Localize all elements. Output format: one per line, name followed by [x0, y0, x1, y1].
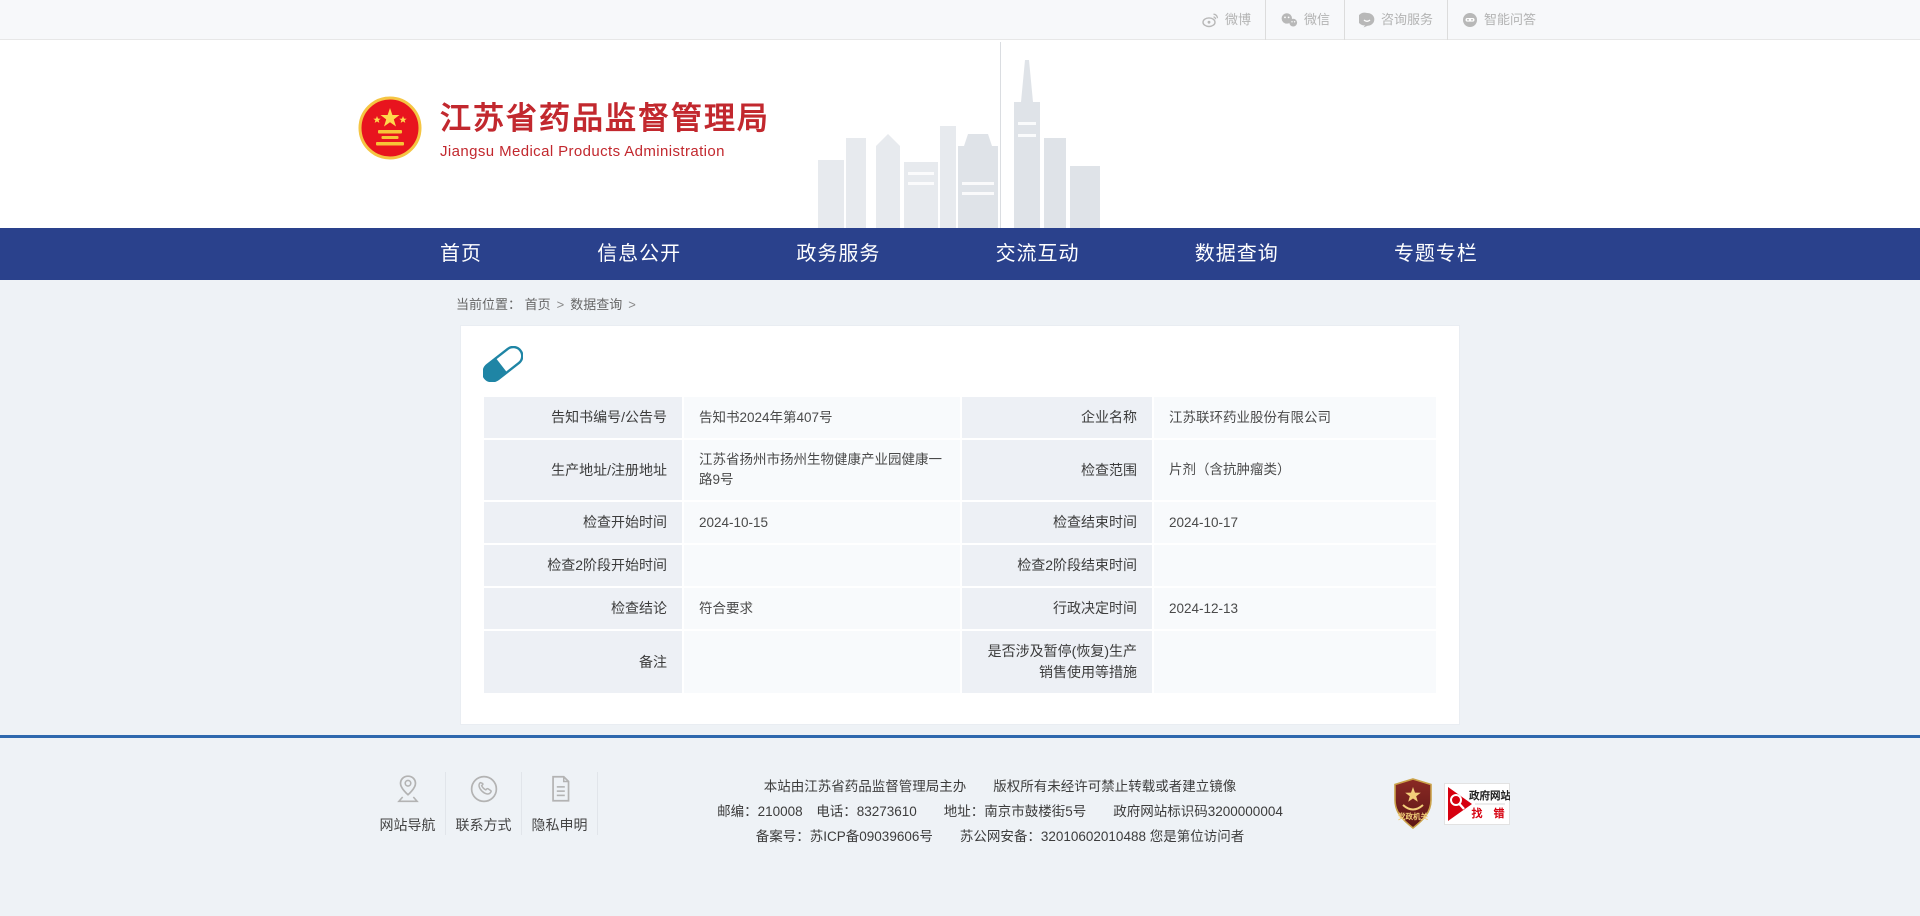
footer-line: 备案号：苏ICP备09039606号 苏公网安备：32010602010488 …	[638, 824, 1362, 849]
topbar-link-label: 微博	[1225, 0, 1251, 40]
top-utility-bar: 微博 微信 咨询服务 智能问答	[0, 0, 1920, 40]
qa-robot-icon	[1462, 12, 1478, 28]
national-emblem-icon	[358, 96, 422, 165]
site-footer: 网站导航联系方式隐私申明 本站由江苏省药品监督管理局主办 版权所有未经许可禁止转…	[0, 735, 1920, 877]
consult-icon	[1359, 12, 1375, 28]
topbar-link-wechat[interactable]: 微信	[1265, 0, 1344, 40]
nav-item-1[interactable]: 信息公开	[597, 228, 681, 280]
detail-label: 行政决定时间	[961, 587, 1153, 630]
detail-row: 备注 是否涉及暂停(恢复)生产销售使用等措施	[483, 630, 1437, 694]
detail-value: 江苏省扬州市扬州生物健康产业园健康一路9号	[683, 439, 961, 501]
footer-info-text: 本站由江苏省药品监督管理局主办 版权所有未经许可禁止转载或者建立镜像邮编：210…	[598, 772, 1392, 849]
topbar-link-label: 微信	[1304, 0, 1330, 40]
map-pin-icon	[376, 772, 439, 806]
quick-link-label: 联系方式	[452, 815, 515, 835]
detail-row: 生产地址/注册地址江苏省扬州市扬州生物健康产业园健康一路9号检查范围片剂（含抗肿…	[483, 439, 1437, 501]
nav-item-5[interactable]: 专题专栏	[1394, 228, 1478, 280]
detail-label: 检查2阶段结束时间	[961, 544, 1153, 587]
detail-label: 备注	[483, 630, 683, 694]
topbar-link-weibo[interactable]: 微博	[1188, 0, 1265, 40]
site-title: 江苏省药品监督管理局	[440, 101, 770, 137]
wechat-icon	[1280, 12, 1298, 28]
topbar-link-consult[interactable]: 咨询服务	[1344, 0, 1447, 40]
site-header: 江苏省药品监督管理局 Jiangsu Medical Products Admi…	[0, 40, 1920, 228]
privacy-doc-icon	[528, 772, 591, 806]
pill-icon	[483, 346, 1437, 382]
gov-site-error-report-badge[interactable]: 政府网站 找 错	[1444, 783, 1510, 830]
detail-label: 检查结束时间	[961, 501, 1153, 544]
footer-line: 邮编：210008 电话：83273610 地址：南京市鼓楼街5号 政府网站标识…	[638, 799, 1362, 824]
detail-label: 生产地址/注册地址	[483, 439, 683, 501]
detail-label: 检查开始时间	[483, 501, 683, 544]
breadcrumb-separator: >	[557, 297, 565, 312]
footer-line: 本站由江苏省药品监督管理局主办 版权所有未经许可禁止转载或者建立镜像	[638, 774, 1362, 799]
detail-value	[1153, 630, 1437, 694]
detail-value: 2024-12-13	[1153, 587, 1437, 630]
detail-value: 江苏联环药业股份有限公司	[1153, 396, 1437, 439]
nav-item-4[interactable]: 数据查询	[1195, 228, 1279, 280]
weibo-icon	[1202, 12, 1219, 28]
breadcrumb-link[interactable]: 数据查询	[570, 297, 622, 312]
footer-quick-link-phone[interactable]: 联系方式	[446, 772, 522, 835]
inspection-detail-table: 告知书编号/公告号告知书2024年第407号企业名称江苏联环药业股份有限公司生产…	[483, 396, 1437, 694]
topbar-link-label: 咨询服务	[1381, 0, 1433, 40]
detail-label: 检查结论	[483, 587, 683, 630]
footer-quick-link-privacy-doc[interactable]: 隐私申明	[522, 772, 598, 835]
nav-item-2[interactable]: 政务服务	[796, 228, 880, 280]
phone-icon	[452, 772, 515, 806]
breadcrumb-prefix: 当前位置：	[456, 297, 525, 312]
detail-row: 检查开始时间2024-10-15检查结束时间2024-10-17	[483, 501, 1437, 544]
detail-value: 2024-10-15	[683, 501, 961, 544]
detail-label: 检查2阶段开始时间	[483, 544, 683, 587]
quick-link-label: 网站导航	[376, 815, 439, 835]
detail-value	[683, 630, 961, 694]
detail-value: 符合要求	[683, 587, 961, 630]
detail-row: 检查结论符合要求行政决定时间2024-12-13	[483, 587, 1437, 630]
shield-badge-text: 党政机关	[1398, 811, 1428, 821]
breadcrumb-link[interactable]: 首页	[525, 297, 551, 312]
nav-item-3[interactable]: 交流互动	[996, 228, 1080, 280]
detail-value	[1153, 544, 1437, 587]
topbar-link-label: 智能问答	[1484, 0, 1536, 40]
detail-value: 告知书2024年第407号	[683, 396, 961, 439]
site-subtitle: Jiangsu Medical Products Administration	[440, 143, 770, 160]
breadcrumb-bar: 当前位置： 首页 > 数据查询 >	[0, 280, 1920, 323]
detail-label: 是否涉及暂停(恢复)生产销售使用等措施	[961, 630, 1153, 694]
quick-link-label: 隐私申明	[528, 815, 591, 835]
city-skyline-graphic	[818, 42, 1118, 228]
detail-value: 2024-10-17	[1153, 501, 1437, 544]
party-government-shield-badge[interactable]: 党政机关	[1392, 778, 1434, 835]
breadcrumb-separator: >	[628, 297, 636, 312]
detail-label: 告知书编号/公告号	[483, 396, 683, 439]
detail-row: 检查2阶段开始时间 检查2阶段结束时间	[483, 544, 1437, 587]
detail-label: 检查范围	[961, 439, 1153, 501]
main-navigation: 首页 信息公开 政务服务 交流互动 数据查询 专题专栏	[0, 228, 1920, 280]
detail-value: 片剂（含抗肿瘤类）	[1153, 439, 1437, 501]
nav-item-0[interactable]: 首页	[440, 228, 482, 280]
error-badge-bottom-text: 找 错	[1471, 806, 1508, 820]
detail-label: 企业名称	[961, 396, 1153, 439]
inspection-detail-card: 告知书编号/公告号告知书2024年第407号企业名称江苏联环药业股份有限公司生产…	[460, 325, 1460, 725]
detail-row: 告知书编号/公告号告知书2024年第407号企业名称江苏联环药业股份有限公司	[483, 396, 1437, 439]
topbar-link-qa-robot[interactable]: 智能问答	[1447, 0, 1550, 40]
site-logo[interactable]: 江苏省药品监督管理局 Jiangsu Medical Products Admi…	[358, 96, 770, 165]
detail-value	[683, 544, 961, 587]
error-badge-top-text: 政府网站	[1469, 789, 1510, 802]
footer-quick-link-map-pin[interactable]: 网站导航	[370, 772, 446, 835]
